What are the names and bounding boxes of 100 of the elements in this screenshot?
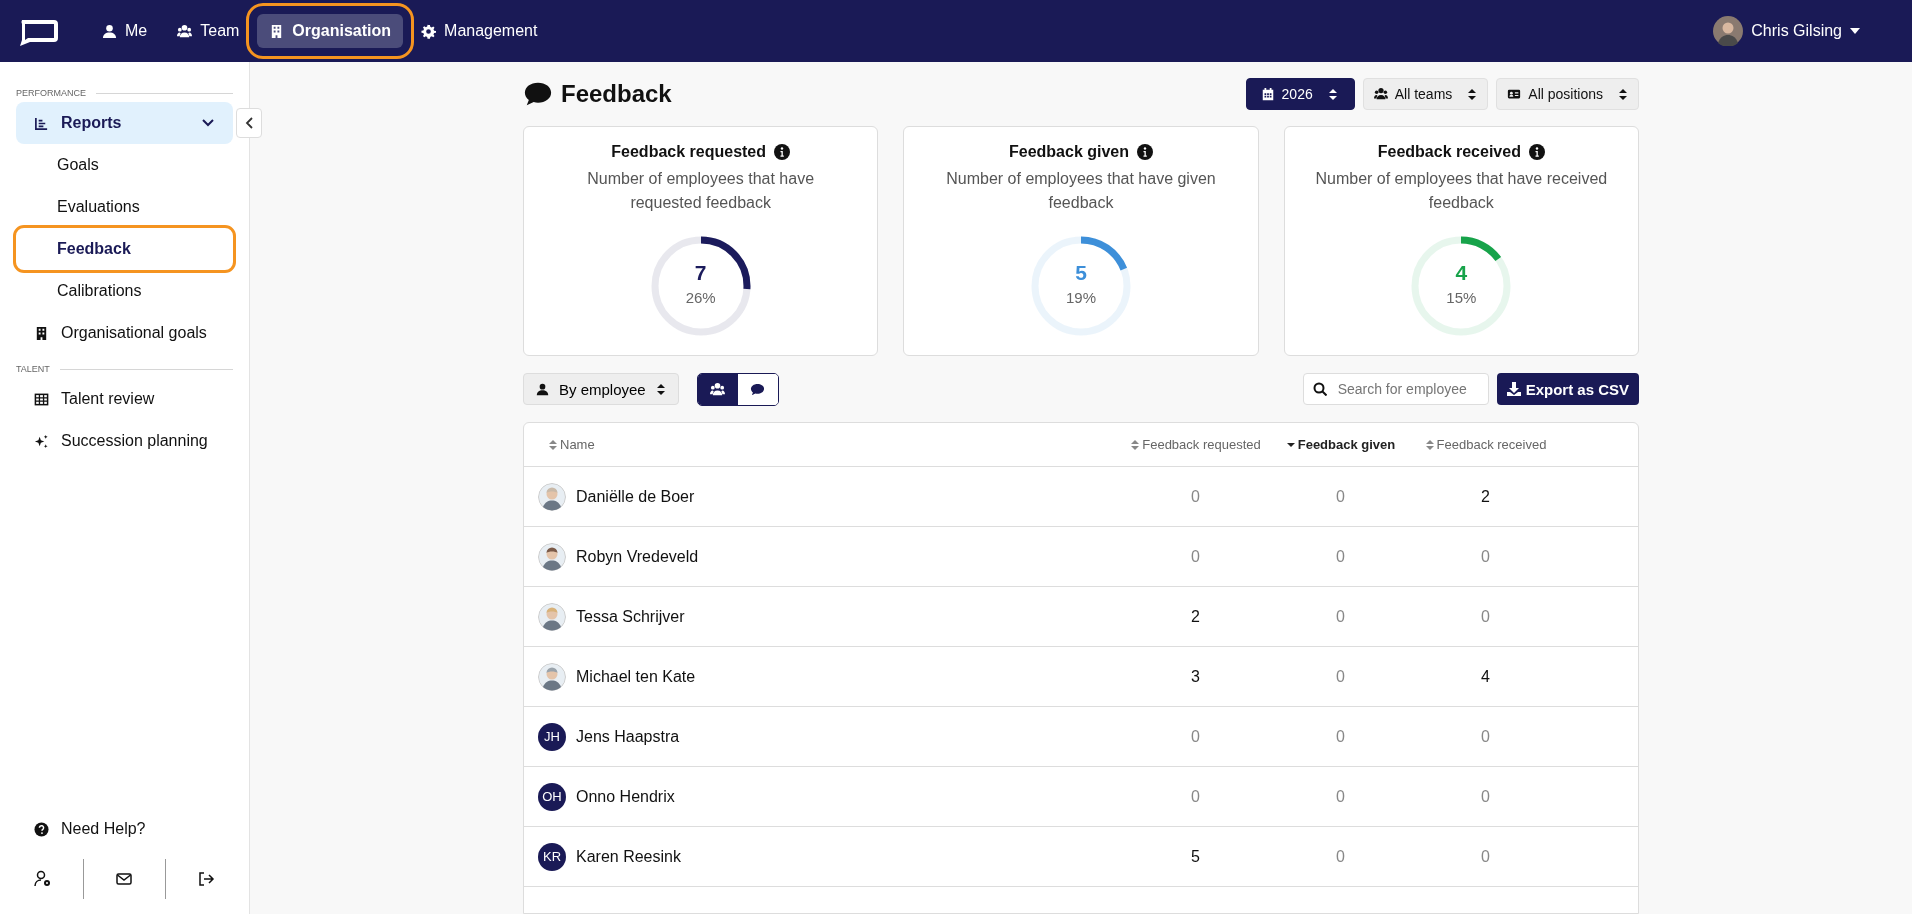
table-cell-text: 5 [1190,847,1201,866]
sidebar-subitem[interactable]: Calibrations [16,270,233,312]
search-field[interactable]: Search for employee [1302,373,1489,405]
employee-name: Michael ten Kate [576,667,696,686]
group-by-dropdown[interactable]: By employee [523,373,679,405]
gauge-percent: 26% [684,289,717,306]
table-cell-text: 0 [1190,547,1201,566]
nav-tab[interactable]: Me [90,14,160,48]
speech-bubble-icon [750,381,766,397]
table-cell-text: 0 [1335,487,1346,506]
avatar: OH [538,782,566,811]
view-toggle-button[interactable] [737,373,778,405]
collapse-button[interactable] [236,108,262,138]
page-title: Feedback [561,80,673,108]
avatar [1713,16,1744,46]
table-cell-text: 0 [1190,727,1201,746]
table-cell-text: 0 [1190,787,1201,806]
table-cell-text: 0 [1480,607,1491,626]
table-cell-text: 0 [1190,487,1201,506]
sidebar-subitem[interactable]: Feedback [16,228,233,270]
table-cell-text: 0 [1335,547,1346,566]
person-icon [102,23,117,39]
group-icon [177,23,193,39]
caret-icon [1850,28,1860,34]
table-cell-text: 0 [1335,847,1346,866]
table-cell-text: 3 [1190,667,1201,686]
avatar [538,662,566,691]
card-description: Number of employees that have requested feedback [586,169,816,213]
nav-tab[interactable]: Management [409,14,550,48]
column-header[interactable]: Feedback given [1268,437,1413,452]
table-cell-text: 0 [1480,727,1491,746]
download-icon [1506,382,1521,396]
chart-icon [34,115,49,131]
help-icon [34,821,49,837]
employee-name: Daniëlle de Boer [576,487,695,506]
sidebar-item[interactable]: Organisational goals [16,312,233,354]
sidebar-subitem[interactable]: Evaluations [16,186,233,228]
grid-icon [34,391,49,407]
sort-icon [1618,87,1628,101]
logout-icon [197,870,216,888]
view-toggle-button[interactable] [697,373,738,405]
id-card-icon [1507,87,1522,101]
card-description: Number of employees that have received feedback [1314,169,1609,213]
building-icon [34,325,49,341]
gauge-percent: 19% [1064,289,1097,306]
table-cell-text: 0 [1335,727,1346,746]
avatar [538,602,566,631]
card-title: Feedback given [1008,143,1129,161]
person-icon [536,382,549,396]
sort-icon [1467,87,1478,101]
group-icon [710,381,726,397]
table-cell-text: 0 [1480,787,1491,806]
gauge-value: 7 [693,261,708,285]
table-cell-text: 2 [1480,487,1491,506]
nav-tab[interactable]: Organisation [257,14,404,48]
card-description: Number of employees that have given feedback [945,169,1217,213]
settings-icon [421,23,437,39]
employee-name: Robyn Vredeveld [576,547,699,566]
nav-tab[interactable]: Team [165,14,252,48]
gauge-value: 4 [1454,261,1469,285]
filter-dropdown[interactable]: All positions [1496,78,1639,110]
avatar: KR [538,842,566,871]
info-icon [1528,144,1545,160]
filter-dropdown[interactable]: All teams [1362,78,1489,110]
gauge-value: 5 [1074,261,1088,285]
card-title: Feedback received [1377,143,1521,161]
table-cell-text: 0 [1480,847,1491,866]
sparkle-icon [34,433,49,449]
avatar: JH [538,722,566,751]
sidebar-item[interactable]: Reports [16,102,233,144]
info-icon [774,144,791,160]
table-cell-text: 0 [1335,667,1346,686]
employee-name: Karen Reesink [576,847,681,866]
table-cell-text: 0 [1335,787,1346,806]
sort-icon [1130,438,1141,451]
export-button[interactable]: Export as CSV [1496,373,1639,405]
chevron-icon [244,117,254,129]
group-icon [1373,87,1388,101]
search-icon [1312,382,1327,396]
sidebar-item[interactable]: Talent review [16,378,233,420]
sidebar-item[interactable]: Succession planning [16,420,233,462]
sort-icon [1327,87,1338,101]
calendar-icon [1260,87,1275,101]
gauge-percent: 15% [1445,289,1478,306]
table-cell-text: 0 [1335,607,1346,626]
section-label: PERFORMANCE [16,88,86,98]
column-header[interactable]: Feedback requested [1123,437,1268,452]
profile-settings-icon [33,870,52,888]
avatar [538,542,566,571]
help-link[interactable]: Need Help? [16,808,233,850]
mail-icon [115,870,134,888]
employee-name: Jens Haapstra [576,727,680,746]
column-header[interactable]: Feedback received [1413,437,1558,452]
sort-icon [1424,438,1435,451]
table-cell-text: 4 [1480,667,1491,686]
user-menu[interactable]: Chris Gilsing [1701,8,1872,54]
column-header[interactable]: Name [548,437,1123,452]
table-cell-text: 0 [1480,547,1491,566]
sidebar-subitem[interactable]: Goals [16,144,233,186]
filter-dropdown[interactable]: 2026 [1245,78,1355,110]
